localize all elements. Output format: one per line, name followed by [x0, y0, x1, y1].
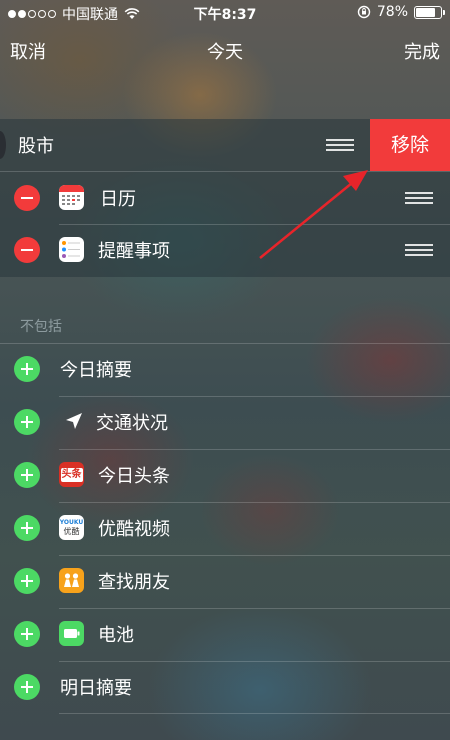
youku-icon-subtext: 优酷 — [63, 527, 80, 536]
reminders-icon — [59, 237, 84, 262]
widget-label: 日历 — [100, 189, 136, 210]
widget-label: 优酷视频 — [98, 519, 170, 540]
widget-label: 电池 — [98, 625, 134, 646]
add-button[interactable] — [14, 409, 40, 435]
delete-button[interactable] — [14, 237, 40, 263]
battery-icon — [414, 5, 445, 19]
widget-label: 今日头条 — [98, 466, 170, 487]
reorder-handle-icon[interactable] — [326, 139, 354, 151]
widget-row-toutiao[interactable]: 头条 今日头条 — [0, 449, 450, 501]
widget-row-traffic[interactable]: 交通状况 — [0, 396, 450, 448]
battery-widget-icon — [59, 621, 84, 646]
status-right: 78% — [357, 4, 445, 20]
widget-row-find-friends[interactable]: 查找朋友 — [0, 555, 450, 607]
reorder-handle-icon[interactable] — [405, 244, 433, 256]
widget-row-tomorrow-summary[interactable]: 明日摘要 — [0, 661, 450, 713]
widget-label: 提醒事项 — [98, 241, 170, 262]
add-button[interactable] — [14, 356, 40, 382]
find-friends-icon — [59, 568, 84, 593]
youku-icon: YOUKU 优酷 — [59, 515, 84, 540]
delete-button[interactable] — [14, 185, 40, 211]
row-divider — [59, 224, 450, 225]
section-header-excluded: 不包括 — [20, 319, 62, 335]
youku-icon-text: YOUKU — [59, 519, 84, 526]
battery-percent: 78% — [376, 4, 408, 20]
toutiao-icon-text: 头条 — [60, 467, 83, 482]
row-divider — [59, 449, 450, 450]
done-button[interactable]: 完成 — [404, 38, 440, 64]
add-button[interactable] — [14, 674, 40, 700]
widget-row-reminders: 提醒事项 — [0, 224, 450, 276]
widget-row-today-summary[interactable]: 今日摘要 — [0, 343, 450, 395]
widget-row-calendar: 日历 — [0, 171, 450, 224]
widget-label: 明日摘要 — [60, 678, 132, 699]
row-divider — [59, 713, 450, 714]
reorder-handle-icon[interactable] — [405, 192, 433, 204]
nav-bar: 取消 今天 完成 — [0, 26, 450, 76]
row-divider — [59, 661, 450, 662]
location-arrow-icon — [62, 409, 87, 434]
calendar-icon — [59, 185, 84, 210]
row-divider — [0, 171, 450, 172]
page-title: 今天 — [207, 42, 243, 63]
add-button[interactable] — [14, 462, 40, 488]
toutiao-icon: 头条 — [59, 462, 84, 487]
widget-label: 股市 — [18, 136, 54, 157]
row-divider — [59, 502, 450, 503]
widget-row-battery[interactable]: 电池 — [0, 608, 450, 660]
minus-button-partial[interactable] — [0, 131, 6, 159]
status-bar: 中国联通 下午8:37 78% — [0, 0, 450, 26]
widget-row-stocks[interactable]: 股市 移除 — [0, 119, 450, 171]
add-button[interactable] — [14, 621, 40, 647]
widget-label: 交通状况 — [96, 413, 168, 434]
row-divider — [59, 608, 450, 609]
rotation-lock-icon — [357, 5, 371, 19]
row-divider — [59, 555, 450, 556]
included-widgets-list: 股市 移除 日历 提醒事项 — [0, 119, 450, 277]
remove-button-label: 移除 — [390, 134, 429, 156]
widget-row-youku[interactable]: YOUKU 优酷 优酷视频 — [0, 502, 450, 554]
add-button[interactable] — [14, 568, 40, 594]
widget-label: 查找朋友 — [98, 572, 170, 593]
remove-button[interactable]: 移除 — [370, 119, 450, 171]
add-button[interactable] — [14, 515, 40, 541]
row-divider — [59, 396, 450, 397]
widget-label: 今日摘要 — [60, 360, 132, 381]
